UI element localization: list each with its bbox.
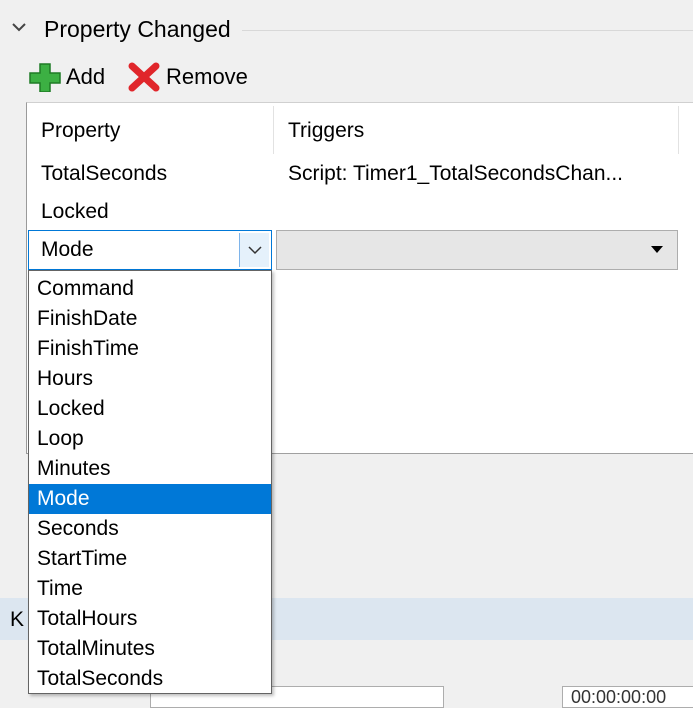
dropdown-option[interactable]: TotalHours bbox=[29, 604, 271, 634]
grid-cell-property[interactable]: Locked bbox=[41, 197, 109, 227]
column-separator[interactable] bbox=[678, 106, 679, 154]
remove-button[interactable]: Remove bbox=[126, 62, 248, 92]
lower-time-field-value: 00:00:00:00 bbox=[571, 687, 667, 707]
combobox-dropdown-button[interactable] bbox=[239, 233, 269, 267]
dropdown-option[interactable]: Command bbox=[29, 274, 271, 304]
section-title: Property Changed bbox=[44, 16, 231, 42]
property-dropdown-list[interactable]: Command FinishDate FinishTime Hours Lock… bbox=[28, 270, 272, 694]
triggers-combobox[interactable] bbox=[276, 230, 678, 270]
chevron-down-icon bbox=[247, 246, 262, 255]
dropdown-option[interactable]: TotalMinutes bbox=[29, 634, 271, 664]
dropdown-option[interactable]: StartTime bbox=[29, 544, 271, 574]
dropdown-option[interactable]: FinishTime bbox=[29, 334, 271, 364]
add-button-label: Add bbox=[66, 64, 106, 89]
dropdown-option[interactable]: Loop bbox=[29, 424, 271, 454]
dropdown-option[interactable]: Locked bbox=[29, 394, 271, 424]
column-separator[interactable] bbox=[273, 106, 274, 154]
dropdown-option[interactable]: TotalSeconds bbox=[29, 664, 271, 693]
lower-panel-label: K bbox=[10, 608, 25, 631]
dropdown-option[interactable]: Minutes bbox=[29, 454, 271, 484]
dropdown-option-selected[interactable]: Mode bbox=[29, 484, 271, 514]
grid-cell-property[interactable]: TotalSeconds bbox=[41, 159, 167, 189]
remove-button-label: Remove bbox=[166, 64, 248, 89]
column-header-triggers[interactable]: Triggers bbox=[288, 116, 364, 146]
grid-cell-triggers[interactable]: Script: Timer1_TotalSecondsChan... bbox=[288, 159, 623, 189]
red-x-icon bbox=[128, 62, 160, 92]
dropdown-arrow-icon bbox=[651, 246, 663, 253]
property-combobox[interactable]: Mode bbox=[28, 230, 272, 270]
chevron-down-icon[interactable] bbox=[10, 18, 28, 36]
dropdown-option[interactable]: Hours bbox=[29, 364, 271, 394]
property-combobox-value: Mode bbox=[41, 238, 94, 261]
dropdown-option[interactable]: FinishDate bbox=[29, 304, 271, 334]
column-header-property[interactable]: Property bbox=[41, 116, 120, 146]
dropdown-option[interactable]: Time bbox=[29, 574, 271, 604]
property-changed-section-header[interactable]: Property Changed bbox=[0, 0, 693, 58]
green-plus-icon bbox=[29, 63, 61, 92]
section-divider bbox=[242, 30, 693, 31]
add-button[interactable]: Add bbox=[28, 62, 105, 92]
lower-time-field[interactable]: 00:00:00:00 bbox=[562, 686, 693, 708]
dropdown-option[interactable]: Seconds bbox=[29, 514, 271, 544]
